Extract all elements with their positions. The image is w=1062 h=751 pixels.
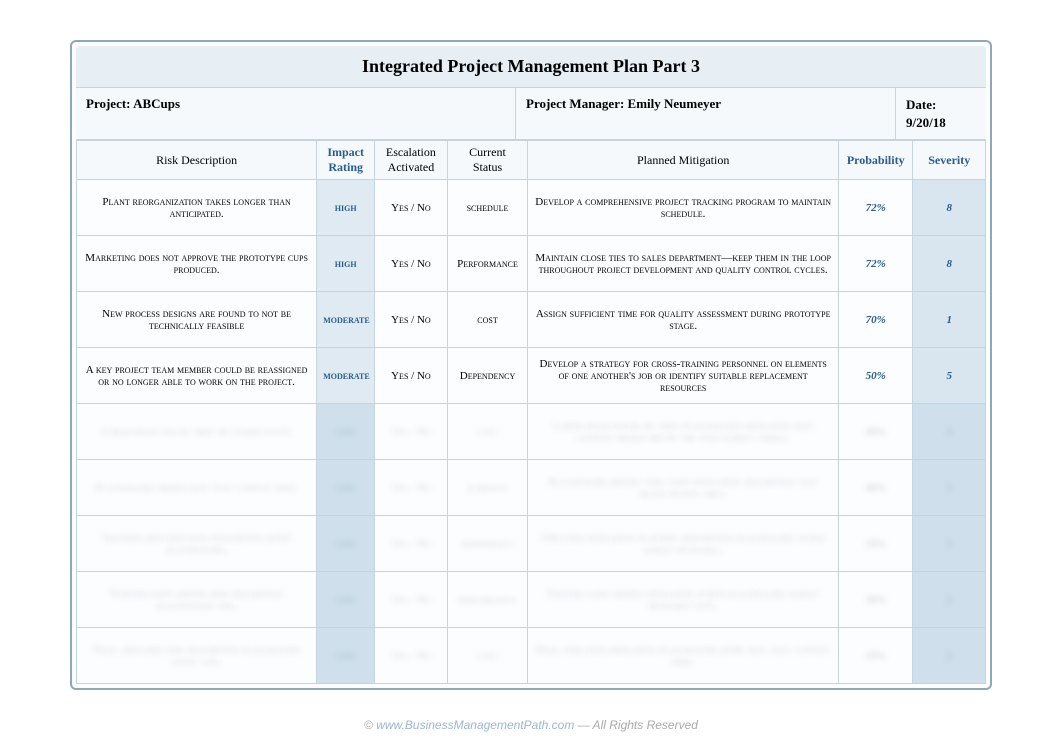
cell-impact: low bbox=[317, 516, 375, 572]
manager-label: Project Manager: bbox=[526, 96, 624, 111]
cell-sev: 8 bbox=[913, 236, 986, 292]
cell-status: cost bbox=[447, 292, 528, 348]
footer: © www.BusinessManagementPath.com — All R… bbox=[70, 718, 992, 732]
table-row: Another obscured row description entry p… bbox=[77, 516, 986, 572]
project-name: ABCups bbox=[133, 96, 180, 111]
cell-prob: 30% bbox=[838, 572, 913, 628]
cell-escal: Yes / No bbox=[375, 180, 447, 236]
cell-sev: 3 bbox=[913, 460, 986, 516]
cell-sev: 8 bbox=[913, 180, 986, 236]
cell-escal: Yes / No bbox=[375, 236, 447, 292]
table-row: Marketing does not approve the prototype… bbox=[77, 236, 986, 292]
cell-escal: Yes / No bbox=[375, 628, 447, 684]
cell-escal: Yes / No bbox=[375, 348, 447, 404]
cell-prob: 72% bbox=[838, 236, 913, 292]
cell-mitig: Develop a strategy for cross-training pe… bbox=[528, 348, 839, 404]
cell-escal: Yes / No bbox=[375, 292, 447, 348]
cell-prob: 50% bbox=[838, 348, 913, 404]
cell-prob: 70% bbox=[838, 292, 913, 348]
cell-mitig: Lorem ipsum dolor sit amet placeholder m… bbox=[528, 404, 839, 460]
cell-impact: moderate bbox=[317, 292, 375, 348]
table-row: Lorem ipsum dolor amet sit consectetur.l… bbox=[77, 404, 986, 460]
cell-mitig: Further faint hidden mitigation words pl… bbox=[528, 572, 839, 628]
cell-escal: Yes / No bbox=[375, 404, 447, 460]
footer-copyright: © bbox=[364, 718, 373, 732]
cell-desc: A key project team member could be reass… bbox=[77, 348, 317, 404]
cell-prob: 72% bbox=[838, 180, 913, 236]
manager-cell: Project Manager: Emily Neumeyer bbox=[516, 88, 896, 139]
cell-sev: 4 bbox=[913, 404, 986, 460]
cell-escal: Yes / No bbox=[375, 460, 447, 516]
cell-desc: New process designs are found to not be … bbox=[77, 292, 317, 348]
date-value: 9/20/18 bbox=[906, 115, 946, 130]
date-label: Date: bbox=[906, 97, 936, 112]
header-status: Current Status bbox=[447, 141, 528, 180]
table-row: A key project team member could be reass… bbox=[77, 348, 986, 404]
cell-sev: 1 bbox=[913, 292, 986, 348]
cell-status: schedule bbox=[447, 180, 528, 236]
cell-status: dependency bbox=[447, 516, 528, 572]
cell-status: schedule bbox=[447, 460, 528, 516]
cell-status: cost bbox=[447, 628, 528, 684]
cell-sev: 3 bbox=[913, 516, 986, 572]
header-impact: Impact Rating bbox=[317, 141, 375, 180]
table-row: New process designs are found to not be … bbox=[77, 292, 986, 348]
cell-impact: low bbox=[317, 628, 375, 684]
table-row: Further faint hidden risk description pl… bbox=[77, 572, 986, 628]
cell-desc: Lorem ipsum dolor amet sit consectetur. bbox=[77, 404, 317, 460]
table-row: Placeholder hidden row text content item… bbox=[77, 460, 986, 516]
footer-link[interactable]: www.BusinessManagementPath.com bbox=[376, 718, 574, 732]
date-cell: Date: 9/20/18 bbox=[896, 88, 986, 139]
project-cell: Project: ABCups bbox=[76, 88, 516, 139]
title-bar: Integrated Project Management Plan Part … bbox=[76, 46, 986, 88]
document-frame: Integrated Project Management Plan Part … bbox=[70, 40, 992, 690]
cell-mitig: Obscured mitigation planning description… bbox=[528, 516, 839, 572]
cell-prob: 25% bbox=[838, 628, 913, 684]
cell-mitig: Develop a comprehensive project tracking… bbox=[528, 180, 839, 236]
cell-impact: high bbox=[317, 236, 375, 292]
cell-impact: low bbox=[317, 572, 375, 628]
header-row: Risk Description Impact Rating Escalatio… bbox=[77, 141, 986, 180]
cell-mitig: Placeholder hidden very faint mitigation… bbox=[528, 460, 839, 516]
table-row: Plant reorganization takes longer than a… bbox=[77, 180, 986, 236]
cell-desc: Final obscured risk description placehol… bbox=[77, 628, 317, 684]
header-desc: Risk Description bbox=[77, 141, 317, 180]
footer-suffix: — All Rights Reserved bbox=[578, 718, 698, 732]
cell-prob: 40% bbox=[838, 460, 913, 516]
manager-name: Emily Neumeyer bbox=[628, 96, 722, 111]
cell-prob: 45% bbox=[838, 404, 913, 460]
cell-desc: Further faint hidden risk description pl… bbox=[77, 572, 317, 628]
cell-status: Performance bbox=[447, 236, 528, 292]
cell-desc: Plant reorganization takes longer than a… bbox=[77, 180, 317, 236]
cell-status: Dependency bbox=[447, 348, 528, 404]
header-sev: Severity bbox=[913, 141, 986, 180]
cell-impact: high bbox=[317, 180, 375, 236]
table-row: Final obscured risk description placehol… bbox=[77, 628, 986, 684]
cell-impact: low bbox=[317, 404, 375, 460]
header-mitig: Planned Mitigation bbox=[528, 141, 839, 180]
cell-desc: Marketing does not approve the prototype… bbox=[77, 236, 317, 292]
cell-desc: Another obscured row description entry p… bbox=[77, 516, 317, 572]
cell-status: cost bbox=[447, 404, 528, 460]
cell-impact: low bbox=[317, 460, 375, 516]
header-escal: Escalation Activated bbox=[375, 141, 447, 180]
cell-status: performance bbox=[447, 572, 528, 628]
cell-sev: 2 bbox=[913, 572, 986, 628]
risk-table: Risk Description Impact Rating Escalatio… bbox=[76, 140, 986, 684]
header-prob: Probability bbox=[838, 141, 913, 180]
cell-escal: Yes / No bbox=[375, 516, 447, 572]
cell-mitig: Assign sufficient time for quality asses… bbox=[528, 292, 839, 348]
cell-sev: 5 bbox=[913, 348, 986, 404]
cell-impact: moderate bbox=[317, 348, 375, 404]
risk-table-body: Plant reorganization takes longer than a… bbox=[77, 180, 986, 684]
cell-mitig: Final obscured mitigation placeholder en… bbox=[528, 628, 839, 684]
cell-desc: Placeholder hidden row text content item… bbox=[77, 460, 317, 516]
cell-mitig: Maintain close ties to sales department—… bbox=[528, 236, 839, 292]
cell-sev: 2 bbox=[913, 628, 986, 684]
meta-row: Project: ABCups Project Manager: Emily N… bbox=[76, 88, 986, 140]
cell-prob: 35% bbox=[838, 516, 913, 572]
document-title: Integrated Project Management Plan Part … bbox=[76, 56, 986, 77]
cell-escal: Yes / No bbox=[375, 572, 447, 628]
project-label: Project: bbox=[86, 96, 131, 111]
